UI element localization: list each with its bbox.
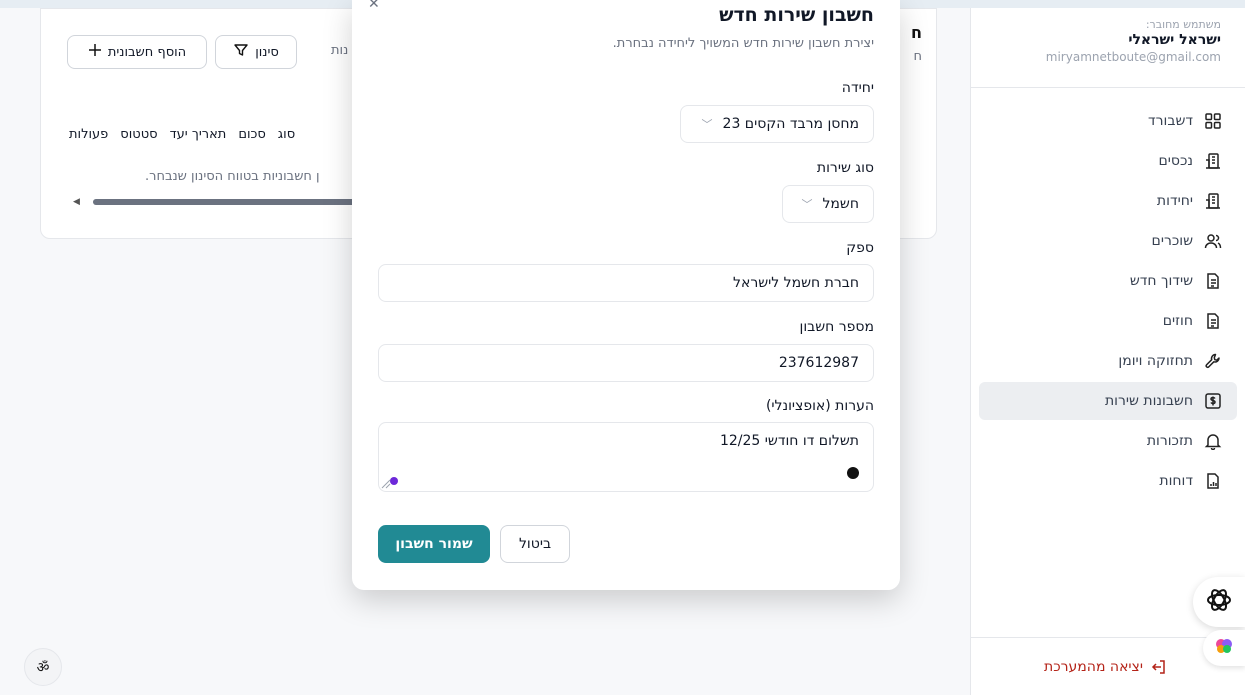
col-type[interactable]: סוג [278,127,295,142]
document-icon [1203,311,1223,331]
document-icon [1203,271,1223,291]
users-icon [1203,231,1223,251]
logout-label: יציאה מהמערכת [1044,658,1143,675]
provider-label: ספק [846,240,874,256]
sidebar-item-reminders[interactable]: תזכורות [979,422,1237,460]
sidebar-item-new-match[interactable]: שידוך חדש [979,262,1237,300]
sidebar-item-label: תזכורות [1146,433,1193,449]
sidebar-item-label: תחזוקה ויומן [1118,353,1193,369]
col-status[interactable]: סטטוס [120,127,157,142]
brain-icon [1214,636,1234,660]
logout-icon [1151,659,1167,675]
sidebar-item-label: שוכרים [1151,233,1193,249]
resize-handle-icon[interactable] [381,479,391,489]
dollar-icon [1203,391,1223,411]
notes-label: הערות (אופציונלי) [765,398,874,414]
user-name: ישראל ישראלי [1128,32,1221,48]
account-number-value: 237612987 [778,355,859,371]
add-invoice-button[interactable]: הוסף חשבונית [67,35,207,69]
table-header: סוג סכום תאריך יעד סטטוס פעולות [69,127,369,142]
scroll-thumb[interactable] [93,199,369,205]
horizontal-scrollbar[interactable]: ◀ [69,197,369,207]
sidebar-item-contracts[interactable]: חוזים [979,302,1237,340]
sidebar-item-reports[interactable]: דוחות [979,462,1237,500]
provider-input-value: חברת חשמל לישראל [733,275,859,291]
sidebar-item-label: דוחות [1159,473,1193,489]
tab-label[interactable]: נות [331,43,348,58]
filter-button[interactable]: סינון [215,35,297,69]
ai-assistant-button[interactable] [1193,577,1245,627]
sidebar-item-properties[interactable]: נכסים [979,142,1237,180]
filter-icon [233,42,249,62]
dialog-subtitle: יצירת חשבון שירות חדש המשויך ליחידה נבחר… [612,36,874,51]
dashboard-icon [1203,111,1223,131]
app-root: ח ח נות סינון הוסף חשבונית סוג סכום תארי… [0,0,1245,695]
sidebar-item-maintenance[interactable]: תחזוקה ויומן [979,342,1237,380]
add-invoice-label: הוסף חשבונית [107,44,187,60]
user-caption: משתמש מחובר: [1145,18,1221,31]
cancel-button[interactable]: ביטול [500,525,570,563]
service-type-label: סוג שירות [816,160,874,176]
col-actions: פעולות [69,127,109,142]
text-cursor-dot [847,467,859,479]
sidebar-item-units[interactable]: יחידות [979,182,1237,220]
notes-value: תשלום דו חודשי 12/25 [719,433,859,449]
filter-button-label: סינון [255,44,279,60]
close-icon[interactable]: ✕ [368,0,380,12]
account-number-label: מספר חשבון [799,319,874,335]
sidebar-item-label: דשבורד [1147,113,1193,129]
scroll-left-icon[interactable]: ◀ [73,197,80,207]
report-icon [1203,471,1223,491]
chevron-down-icon: ﹀ [701,118,713,131]
user-info: משתמש מחובר: ישראל ישראלי miryamnetboute… [971,8,1245,88]
sidebar-item-dashboard[interactable]: דשבורד [979,102,1237,140]
sidebar-item-label: חוזים [1162,313,1193,329]
openai-icon [1204,585,1234,619]
service-type-select[interactable]: חשמל ﹀ [782,185,874,223]
user-email: miryamnetboute@gmail.com [1045,50,1221,64]
col-amount[interactable]: סכום [238,127,265,142]
sidebar-nav: דשבורד נכסים יחידות שוכרים שידוך חדש חוז… [971,88,1245,500]
accessibility-button[interactable]: ॐ [24,648,62,686]
building-icon [1203,191,1223,211]
empty-state-message: ן חשבוניות בטווח הסינון שנבחר. [145,169,320,184]
col-due-date[interactable]: תאריך יעד [170,127,227,142]
service-type-value: חשמל [822,196,859,212]
save-account-button[interactable]: שמור חשבון [378,525,490,563]
sidebar-item-label: חשבונות שירות [1104,393,1193,409]
dialog-title: חשבון שירות חדש [719,4,874,26]
plus-icon [88,43,102,61]
new-service-account-dialog: ✕ חשבון שירות חדש יצירת חשבון שירות חדש … [352,0,900,590]
purple-dot [390,477,398,485]
card-subtitle: ח [913,49,923,64]
card-title: ח [911,23,922,42]
unit-select-value: מחסן מרבד הקסים 23 [722,116,859,132]
chevron-down-icon: ﹀ [801,198,813,211]
sidebar-item-service-accounts[interactable]: חשבונות שירות [979,382,1237,420]
provider-input[interactable]: חברת חשמל לישראל [378,264,874,302]
bell-icon [1203,431,1223,451]
brain-assistant-button[interactable] [1203,630,1245,666]
sidebar-item-label: שידוך חדש [1129,273,1193,289]
wrench-icon [1203,351,1223,371]
sidebar-item-label: נכסים [1158,153,1193,169]
account-number-input[interactable]: 237612987 [378,344,874,382]
unit-label: יחידה [841,80,874,96]
unit-select[interactable]: מחסן מרבד הקסים 23 ﹀ [680,105,874,143]
sidebar-item-tenants[interactable]: שוכרים [979,222,1237,260]
sidebar-item-label: יחידות [1156,193,1193,209]
building-icon [1203,151,1223,171]
notes-textarea[interactable]: תשלום דו חודשי 12/25 [378,422,874,492]
accessibility-icon: ॐ [36,659,50,676]
